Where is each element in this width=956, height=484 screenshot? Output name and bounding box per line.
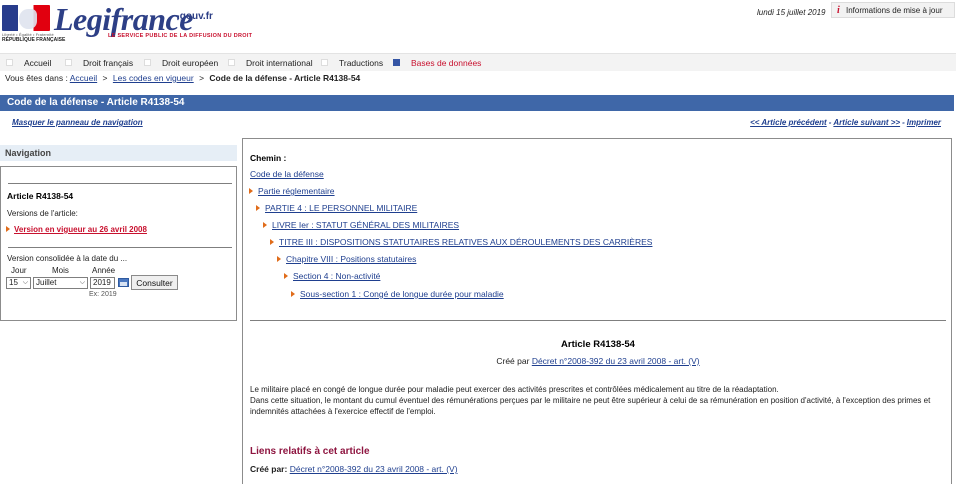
month-select-value: Juillet <box>36 278 57 287</box>
marianne-logo[interactable]: Liberté • Égalité • Fraternité RÉPUBLIQU… <box>2 5 65 43</box>
day-select[interactable]: 15 ⌵ <box>6 277 31 289</box>
consolidated-date-label: Version consolidée à la date du ... <box>7 254 128 263</box>
nav-bullet-icon <box>228 59 235 66</box>
current-date: lundi 15 juillet 2019 <box>757 8 826 17</box>
breadcrumb-separator: > <box>199 73 205 83</box>
path-item-section-4[interactable]: Section 4 : Non-activité <box>284 271 380 281</box>
calendar-icon[interactable] <box>118 278 129 287</box>
hide-navigation-panel-link[interactable]: Masquer le panneau de navigation <box>12 118 143 127</box>
month-label: Mois <box>52 266 69 275</box>
orange-arrow-icon <box>249 188 253 194</box>
path-item-chapitre-8[interactable]: Chapitre VIII : Positions statutaires <box>277 254 416 264</box>
orange-arrow-icon <box>291 291 295 297</box>
path-label: Chemin : <box>250 153 287 163</box>
path-item-titre-3[interactable]: TITRE III : DISPOSITIONS STATUTAIRES REL… <box>270 237 652 247</box>
day-select-value: 15 <box>9 278 18 287</box>
divider <box>8 247 232 248</box>
breadcrumb-codes-en-vigueur[interactable]: Les codes en vigueur <box>113 73 194 83</box>
article-title: Article R4138-54 <box>561 339 635 350</box>
orange-arrow-icon <box>256 205 260 211</box>
path-item-partie-reglementaire[interactable]: Partie réglementaire <box>249 186 335 196</box>
year-input[interactable]: 2019 <box>90 277 115 289</box>
breadcrumb-separator: > <box>102 73 108 83</box>
update-info-button[interactable]: i Informations de mise à jour <box>831 2 955 18</box>
month-select[interactable]: Juillet ⌵ <box>33 277 88 289</box>
nav-bullet-icon <box>144 59 151 66</box>
article-body: Le militaire placé en congé de longue du… <box>250 384 946 417</box>
nav-item-traductions[interactable]: Traductions <box>315 54 387 71</box>
orange-arrow-icon <box>284 273 288 279</box>
link-separator: - <box>828 118 832 127</box>
nav-item-droit-francais[interactable]: Droit français <box>59 54 138 71</box>
breadcrumb-prefix: Vous êtes dans : <box>5 73 68 83</box>
divider <box>8 183 232 184</box>
orange-arrow-icon <box>263 222 267 228</box>
breadcrumb-accueil[interactable]: Accueil <box>70 73 97 83</box>
main-nav: Accueil Droit français Droit européen Dr… <box>0 54 956 71</box>
chevron-down-icon: ⌵ <box>22 279 28 286</box>
chevron-down-icon: ⌵ <box>79 279 85 286</box>
nav-item-droit-international[interactable]: Droit international <box>222 54 315 71</box>
tricolor-flag-icon <box>2 5 50 31</box>
nav-item-accueil[interactable]: Accueil <box>0 54 59 71</box>
orange-arrow-icon <box>277 256 281 262</box>
nav-bullet-icon <box>65 59 72 66</box>
nav-item-bases-de-donnees[interactable]: Bases de données <box>387 54 497 71</box>
link-separator: - <box>902 118 905 127</box>
article-paragraph: Dans cette situation, le montant du cumu… <box>250 396 931 416</box>
breadcrumb: Vous êtes dans : Accueil > Les codes en … <box>5 73 360 83</box>
marianne-profile-icon <box>19 9 37 29</box>
orange-arrow-icon <box>6 226 10 232</box>
article-content: Chemin : Code de la défense Partie régle… <box>242 138 952 484</box>
nav-bullet-icon <box>6 59 13 66</box>
nav-bullet-active-icon <box>393 59 400 66</box>
year-label: Année <box>92 266 116 275</box>
orange-arrow-icon <box>270 239 274 245</box>
nav-current-version[interactable]: Version en vigueur au 26 avril 2008 <box>6 225 147 234</box>
nav-versions-label: Versions de l'article: <box>7 209 78 218</box>
info-icon: i <box>837 5 840 16</box>
day-label: Jour <box>11 266 27 275</box>
article-navigation-links: << Article précédent - Article suivant >> -… <box>750 118 941 127</box>
created-by-line: Créé par Décret n°2008-392 du 23 avril 2… <box>243 356 953 366</box>
print-link[interactable]: Imprimer <box>907 118 941 127</box>
related-links-title: Liens relatifs à cet article <box>250 446 370 457</box>
site-header: Liberté • Égalité • Fraternité RÉPUBLIQU… <box>0 0 956 54</box>
navigation-panel-header: Navigation <box>0 145 237 161</box>
path-item-livre-1[interactable]: LIVRE Ier : STATUT GÉNÉRAL DES MILITAIRE… <box>263 220 459 230</box>
update-info-label: Informations de mise à jour <box>846 5 943 15</box>
consult-button[interactable]: Consulter <box>131 275 178 290</box>
year-hint: Ex: 2019 <box>89 291 117 298</box>
related-created-by-line: Créé par: Décret n°2008-392 du 23 avril … <box>250 464 458 474</box>
related-created-by-label: Créé par: <box>250 464 288 474</box>
current-version-link[interactable]: Version en vigueur au 26 avril 2008 <box>14 225 147 234</box>
created-by-label: Créé par <box>496 356 530 366</box>
article-paragraph: Le militaire placé en congé de longue du… <box>250 385 779 394</box>
next-article-link[interactable]: Article suivant >> <box>833 118 900 127</box>
path-item-sous-section-1[interactable]: Sous-section 1 : Congé de longue durée p… <box>291 289 504 299</box>
nav-article-id: Article R4138-54 <box>7 191 74 201</box>
navigation-panel: Article R4138-54 Versions de l'article: … <box>0 166 237 321</box>
page-title: Code de la défense - Article R4138-54 <box>0 95 954 111</box>
logo-tagline: LE SERVICE PUBLIC DE LA DIFFUSION DU DRO… <box>108 33 253 39</box>
nav-bullet-icon <box>321 59 328 66</box>
decree-link[interactable]: Décret n°2008-392 du 23 avril 2008 - art… <box>532 356 700 366</box>
logo-gouv-suffix: .gouv.fr <box>177 11 213 22</box>
related-decree-link[interactable]: Décret n°2008-392 du 23 avril 2008 - art… <box>290 464 458 474</box>
previous-article-link[interactable]: << Article précédent <box>750 118 827 127</box>
path-code-link[interactable]: Code de la défense <box>250 169 324 179</box>
divider <box>250 320 946 321</box>
breadcrumb-current: Code de la défense - Article R4138-54 <box>209 73 361 83</box>
nav-item-droit-europeen[interactable]: Droit européen <box>138 54 222 71</box>
path-item-partie-4[interactable]: PARTIE 4 : LE PERSONNEL MILITAIRE <box>256 203 417 213</box>
